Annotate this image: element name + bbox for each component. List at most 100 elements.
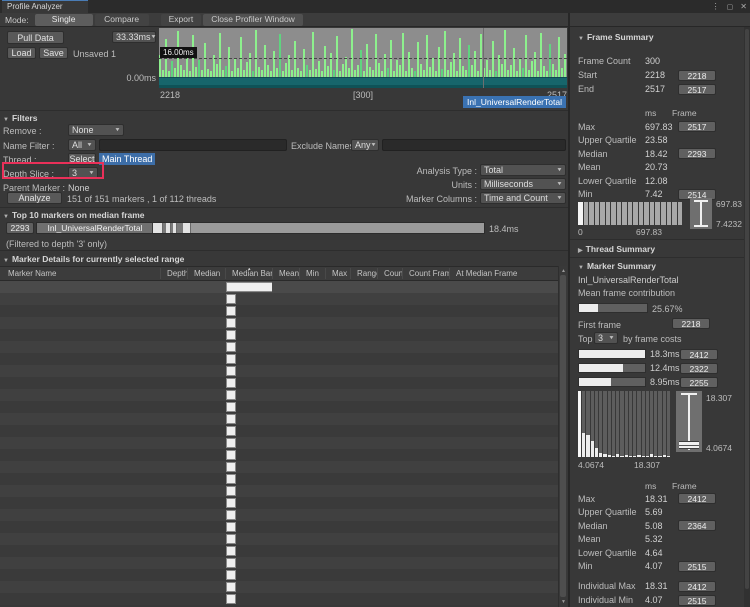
table-row[interactable] (0, 557, 558, 569)
export-button[interactable]: Export (161, 14, 202, 26)
table-row[interactable] (0, 593, 558, 605)
remove-dropdown[interactable]: None▼ (68, 124, 124, 136)
frame-time-chart[interactable] (159, 28, 567, 88)
summary-stat-row: Individual Max 18.31 2412 (578, 579, 742, 593)
table-row[interactable] (0, 533, 558, 545)
column-header-count[interactable]: Count (377, 268, 402, 279)
analyze-button[interactable]: Analyze (7, 192, 62, 204)
exclude-names-input[interactable] (382, 139, 566, 151)
exclude-mode-dropdown[interactable]: Any▼ (351, 139, 379, 151)
frame-jump-button[interactable]: 2218 (678, 70, 716, 81)
table-row[interactable] (0, 497, 558, 509)
top10-bar-segment[interactable] (183, 223, 191, 233)
frame-scale-dropdown[interactable]: 33.33ms▼ (112, 31, 156, 43)
name-filter-mode-dropdown[interactable]: All▼ (68, 139, 96, 151)
table-row[interactable] (0, 521, 558, 533)
table-row[interactable] (0, 353, 558, 365)
frame-jump-button[interactable]: 2293 (678, 148, 716, 159)
frame-jump-button[interactable]: 2412 (678, 581, 716, 592)
table-row[interactable] (0, 545, 558, 557)
column-header-min[interactable]: Min (299, 268, 325, 279)
close-icon[interactable]: ✕ (740, 2, 747, 11)
summary-scrollbar-thumb[interactable] (745, 29, 749, 589)
frame-jump-button[interactable]: 2364 (678, 520, 716, 531)
column-header-median-bar[interactable]: ▴Median Bar (225, 268, 272, 279)
table-row[interactable] (0, 461, 558, 473)
top10-bar-segment[interactable] (153, 223, 163, 233)
table-row[interactable] (0, 365, 558, 377)
table-row[interactable] (0, 413, 558, 425)
chart-16ms-gridline (159, 58, 567, 59)
table-row[interactable] (0, 401, 558, 413)
chart-selected-marker-tag[interactable]: Inl_UniversalRenderTotal (463, 96, 566, 108)
table-scrollbar-thumb[interactable] (560, 275, 566, 597)
scroll-up-icon[interactable]: ▲ (560, 268, 567, 274)
tab-profile-analyzer[interactable]: Profile Analyzer (2, 0, 88, 13)
column-header-mean[interactable]: Mean (272, 268, 299, 279)
top10-bar-segment[interactable] (191, 223, 484, 233)
thread-value[interactable]: Main Thread (99, 153, 155, 165)
cell-median (187, 545, 225, 557)
save-button[interactable]: Save (39, 47, 68, 59)
column-header-median[interactable]: Median (187, 268, 225, 279)
table-row[interactable] (0, 329, 558, 341)
frame-summary-header[interactable]: ▼Frame Summary (578, 32, 654, 42)
table-row[interactable] (0, 317, 558, 329)
summary-panel-scrollbar[interactable] (744, 27, 750, 607)
marker-summary-header[interactable]: ▼Marker Summary (578, 261, 656, 271)
units-dropdown[interactable]: Milliseconds▼ (480, 178, 566, 190)
table-row[interactable] (0, 449, 558, 461)
scroll-down-icon[interactable]: ▼ (560, 599, 567, 605)
top-n-dropdown[interactable]: 3▼ (594, 332, 618, 344)
cell-count-frame (402, 521, 449, 533)
column-header-max[interactable]: Max (325, 268, 350, 279)
frame-jump-button[interactable]: 2517 (678, 121, 716, 132)
filters-section-header[interactable]: ▼Filters (3, 113, 37, 123)
marker-summary-histogram[interactable] (578, 391, 670, 457)
column-header-depth[interactable]: Depth (160, 268, 187, 279)
name-filter-input[interactable] (99, 139, 287, 151)
thread-summary-header[interactable]: ▶Thread Summary (578, 244, 655, 254)
table-row[interactable] (0, 473, 558, 485)
mode-single-button[interactable]: Single (35, 14, 93, 26)
pull-data-button[interactable]: Pull Data (7, 31, 64, 44)
table-row[interactable] (0, 425, 558, 437)
maximize-icon[interactable]: ▢ (727, 3, 734, 11)
top10-frame-button[interactable]: 2293 (6, 222, 34, 234)
table-row[interactable] (0, 437, 558, 449)
table-row[interactable] (0, 581, 558, 593)
table-row[interactable] (0, 377, 558, 389)
frame-jump-button[interactable]: 2255 (680, 377, 718, 388)
frame-jump-button[interactable]: 2412 (678, 493, 716, 504)
stat-ms-value: 697.83 (645, 122, 678, 132)
histogram-bar (650, 202, 655, 225)
frame-jump-button[interactable]: 2322 (680, 363, 718, 374)
frame-jump-button[interactable]: 2517 (678, 84, 716, 95)
load-button[interactable]: Load (7, 47, 36, 59)
table-scrollbar[interactable]: ▲ ▼ (558, 266, 567, 607)
frame-jump-button[interactable]: 2515 (678, 595, 716, 606)
first-frame-button[interactable]: 2218 (672, 318, 710, 329)
column-header-at-median-frame[interactable]: At Median Frame (449, 268, 558, 279)
column-header-range[interactable]: Range (350, 268, 377, 279)
window-menu-icon[interactable]: ⋮ (712, 2, 720, 11)
frame-summary-histogram[interactable] (578, 202, 682, 225)
marker-details-section-header[interactable]: ▼Marker Details for currently selected r… (3, 254, 184, 264)
table-row[interactable] (0, 389, 558, 401)
table-row[interactable] (0, 305, 558, 317)
top10-section-header[interactable]: ▼Top 10 markers on median frame (3, 210, 145, 220)
table-row[interactable] (0, 341, 558, 353)
table-row[interactable] (0, 485, 558, 497)
column-header-marker-name[interactable]: Marker Name (0, 268, 160, 279)
table-row[interactable] (0, 509, 558, 521)
table-row[interactable] (0, 569, 558, 581)
frame-jump-button[interactable]: 2412 (680, 349, 718, 360)
mode-compare-button[interactable]: Compare (95, 14, 149, 26)
close-profiler-window-button[interactable]: Close Profiler Window (203, 14, 303, 26)
marker-columns-dropdown[interactable]: Time and Count▼ (480, 192, 566, 204)
table-row[interactable] (0, 293, 558, 305)
frame-jump-button[interactable]: 2515 (678, 561, 716, 572)
table-row[interactable] (0, 281, 558, 293)
analysis-type-dropdown[interactable]: Total▼ (480, 164, 566, 176)
column-header-count-frame[interactable]: Count Frame (402, 268, 449, 279)
